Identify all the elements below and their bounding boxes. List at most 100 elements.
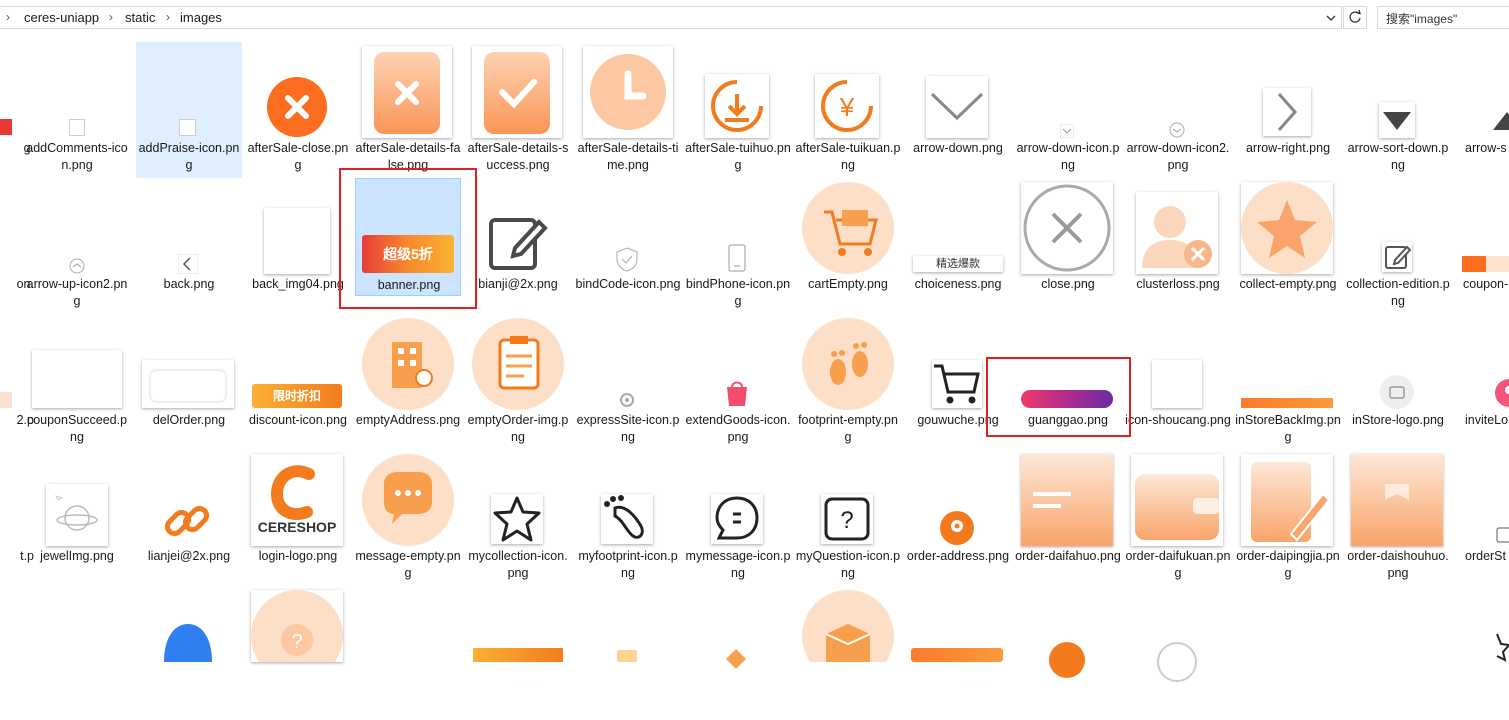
file-item[interactable]: order-daipingjia.png bbox=[1235, 450, 1341, 584]
breadcrumb-item-ceres-uniapp[interactable]: ceres-uniapp bbox=[24, 10, 99, 25]
box-illustration bbox=[1351, 454, 1443, 546]
file-item[interactable]: arrow-up-icon2.png bbox=[24, 178, 130, 312]
file-item[interactable]: bindCode-icon.png bbox=[575, 178, 681, 312]
file-item[interactable]: collection-edition.png bbox=[1345, 178, 1451, 312]
file-item[interactable] bbox=[136, 586, 242, 720]
file-item[interactable]: orderSt bbox=[1455, 450, 1509, 584]
arrow-down-small-icon bbox=[1060, 124, 1074, 138]
planet-illustration bbox=[46, 484, 108, 546]
file-item[interactable]: arrow-s pr bbox=[1455, 42, 1509, 176]
blank-image-icon bbox=[32, 350, 122, 408]
file-item[interactable]: couponSucceed.png bbox=[24, 314, 130, 448]
file-item[interactable]: ? bbox=[245, 586, 351, 720]
file-name: couponSucceed.png bbox=[26, 413, 128, 444]
file-item[interactable]: cartEmpty.png bbox=[795, 178, 901, 312]
order-small-icon bbox=[1496, 527, 1509, 543]
file-name: order-daishouhuo.png bbox=[1347, 549, 1449, 580]
file-item[interactable]: inStoreBackImg.png bbox=[1235, 314, 1341, 448]
search-input[interactable]: 搜索"images" bbox=[1377, 6, 1509, 29]
file-item[interactable]: 精选爆款 choiceness.png bbox=[905, 178, 1011, 312]
file-item[interactable]: arrow-down.png bbox=[905, 42, 1011, 176]
file-item[interactable] bbox=[465, 586, 571, 720]
file-item[interactable]: expressSite-icon.png bbox=[575, 314, 681, 448]
file-item[interactable]: CERESHOP login-logo.png bbox=[245, 450, 351, 584]
file-name: collection-edition.png bbox=[1346, 277, 1450, 308]
file-item[interactable]: back.png bbox=[136, 178, 242, 312]
file-item[interactable]: arrow-right.png bbox=[1235, 42, 1341, 176]
file-item[interactable]: order-daishouhuo.png bbox=[1345, 450, 1451, 584]
file-item[interactable]: ? myQuestion-icon.png bbox=[795, 450, 901, 584]
file-item[interactable]: order-daifahuo.png bbox=[1015, 450, 1121, 584]
file-item[interactable]: order-address.png bbox=[905, 450, 1011, 584]
file-name: afterSale-details-time.png bbox=[577, 141, 679, 172]
file-item[interactable]: message-empty.png bbox=[355, 450, 461, 584]
message-illustration bbox=[362, 454, 454, 546]
cart-icon bbox=[932, 360, 982, 408]
refresh-button[interactable] bbox=[1343, 6, 1367, 29]
red-flag-icon bbox=[0, 119, 12, 135]
file-item[interactable]: addPraise-icon.png bbox=[136, 42, 242, 178]
file-item[interactable] bbox=[795, 586, 901, 720]
orange-clock-icon bbox=[583, 46, 673, 138]
edit-small-icon bbox=[1382, 242, 1412, 272]
file-item[interactable]: emptyOrder-img.png bbox=[465, 314, 571, 448]
file-item[interactable] bbox=[1125, 586, 1231, 720]
file-item[interactable]: arrow-down-icon.png bbox=[1015, 42, 1121, 176]
file-item[interactable]: delOrder.png bbox=[136, 314, 242, 448]
file-item[interactable]: icon-shoucang.png bbox=[1125, 314, 1231, 448]
file-item[interactable]: afterSale-details-false.png bbox=[355, 42, 461, 176]
del-order-icon bbox=[142, 360, 234, 408]
file-name: cartEmpty.png bbox=[808, 277, 888, 291]
file-item[interactable]: arrow-down-icon2.png bbox=[1125, 42, 1231, 176]
file-item[interactable]: arrow-sort-down.png bbox=[1345, 42, 1451, 176]
blank-image-icon bbox=[264, 208, 330, 274]
file-item[interactable]: afterSale-tuihuo.png bbox=[685, 42, 791, 176]
file-item[interactable]: afterSale-close.png bbox=[245, 42, 351, 176]
file-name: expressSite-icon.png bbox=[576, 413, 680, 444]
file-item[interactable]: close.png bbox=[1015, 178, 1121, 312]
file-item[interactable]: addComments-icon.png bbox=[24, 42, 130, 176]
refund-yen-icon: ¥ bbox=[815, 74, 879, 138]
file-name: order-daipingjia.png bbox=[1236, 549, 1340, 580]
file-item[interactable]: myfootprint-icon.png bbox=[575, 450, 681, 584]
file-item[interactable]: emptyAddress.png bbox=[355, 314, 461, 448]
file-item[interactable]: back_img04.png bbox=[245, 178, 351, 312]
file-item[interactable]: ¥ afterSale-tuikuan.png bbox=[795, 42, 901, 176]
close-circle-icon bbox=[1021, 182, 1113, 274]
file-item[interactable]: jewelImg.png bbox=[24, 450, 130, 584]
file-item[interactable]: extendGoods-icon.png bbox=[685, 314, 791, 448]
file-item[interactable] bbox=[685, 586, 791, 720]
orange-strip-image bbox=[1241, 398, 1333, 408]
blank-image-icon bbox=[1152, 360, 1202, 408]
file-item[interactable]: bianji@2x.png bbox=[465, 178, 571, 312]
chevron-down-icon[interactable] bbox=[1324, 11, 1338, 25]
file-name: afterSale-tuihuo.png bbox=[685, 141, 791, 172]
file-name: jewelImg.png bbox=[40, 549, 114, 563]
breadcrumb-item-images[interactable]: images bbox=[180, 10, 222, 25]
file-item[interactable]: 限时折扣 discount-icon.png bbox=[245, 314, 351, 448]
file-item[interactable] bbox=[905, 586, 1011, 720]
file-item[interactable] bbox=[575, 586, 681, 720]
file-name: order-daifukuan.png bbox=[1125, 549, 1231, 580]
file-item[interactable]: mycollection-icon.png bbox=[465, 450, 571, 584]
file-name: arrow-right.png bbox=[1245, 141, 1331, 155]
file-name: order-daifahuo.png bbox=[1015, 549, 1121, 563]
discount-tag-image: 限时折扣 bbox=[252, 384, 342, 408]
file-item[interactable]: collect-empty.png bbox=[1235, 178, 1341, 312]
footprint-illustration bbox=[802, 318, 894, 410]
breadcrumb-item-static[interactable]: static bbox=[125, 10, 155, 25]
file-item[interactable]: footprint-empty.png bbox=[795, 314, 901, 448]
file-item[interactable]: inStore-logo.png bbox=[1345, 314, 1451, 448]
file-item[interactable]: afterSale-details-time.png bbox=[575, 42, 681, 176]
file-item[interactable]: lianjei@2x.png bbox=[136, 450, 242, 584]
file-item[interactable] bbox=[1015, 586, 1121, 720]
file-item[interactable]: mymessage-icon.png bbox=[685, 450, 791, 584]
file-item[interactable]: afterSale-details-success.png bbox=[465, 42, 571, 176]
file-item[interactable]: clusterloss.png bbox=[1125, 178, 1231, 312]
file-item[interactable]: inviteLo bbox=[1455, 314, 1509, 448]
file-item[interactable]: order-daifukuan.png bbox=[1125, 450, 1231, 584]
file-item[interactable] bbox=[1455, 586, 1509, 720]
search-placeholder: 搜索"images" bbox=[1386, 12, 1458, 26]
file-item[interactable]: bindPhone-icon.png bbox=[685, 178, 791, 312]
file-item[interactable]: coupon- pn bbox=[1455, 178, 1509, 312]
